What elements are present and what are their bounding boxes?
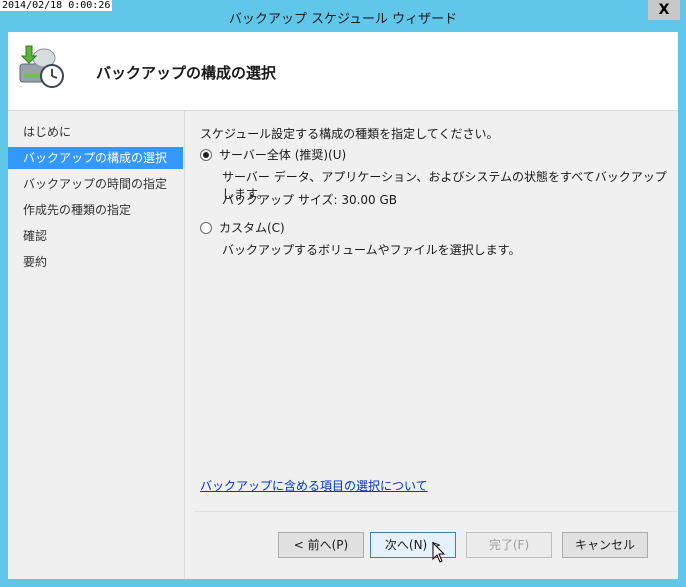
finish-button[interactable]: 完了(F) xyxy=(466,532,552,558)
instruction-text: スケジュール設定する構成の種類を指定してください。 xyxy=(200,127,499,141)
title-bar: 2014/02/18 0:00:26 バックアップ スケジュール ウィザード X xyxy=(0,0,686,32)
custom-label[interactable]: カスタム(C) xyxy=(219,219,285,236)
sidebar-item-backup-time[interactable]: バックアップの時間の指定 xyxy=(8,173,183,195)
custom-description: バックアップするボリュームやファイルを選択します。 xyxy=(222,243,521,257)
wizard-content: スケジュール設定する構成の種類を指定してください。 サーバー全体 (推奨)(U)… xyxy=(194,111,678,579)
full-server-label[interactable]: サーバー全体 (推奨)(U) xyxy=(219,146,346,163)
button-separator xyxy=(194,511,678,512)
backup-size-text: バックアップ サイズ: 30.00 GB xyxy=(222,193,398,207)
help-link[interactable]: バックアップに含める項目の選択について xyxy=(200,477,428,494)
window-title: バックアップ スケジュール ウィザード xyxy=(228,12,458,27)
sidebar-item-backup-config[interactable]: バックアップの構成の選択 xyxy=(8,147,183,169)
wizard-steps-sidebar: はじめに バックアップの構成の選択 バックアップの時間の指定 作成先の種類の指定… xyxy=(8,111,185,579)
close-button[interactable]: X xyxy=(648,0,680,20)
full-server-option[interactable]: サーバー全体 (推奨)(U) xyxy=(200,146,346,163)
sidebar-item-summary[interactable]: 要約 xyxy=(8,251,183,273)
sidebar-item-destination-type[interactable]: 作成先の種類の指定 xyxy=(8,199,183,221)
wizard-client: バックアップの構成の選択 はじめに バックアップの構成の選択 バックアップの時間… xyxy=(8,32,678,579)
custom-option[interactable]: カスタム(C) xyxy=(200,219,285,236)
sidebar-item-confirm[interactable]: 確認 xyxy=(8,225,183,247)
custom-radio[interactable] xyxy=(200,221,212,234)
cancel-button[interactable]: キャンセル xyxy=(562,532,648,558)
full-server-radio[interactable] xyxy=(200,148,212,161)
backup-schedule-icon xyxy=(19,45,64,88)
mouse-cursor-icon xyxy=(432,542,446,563)
sidebar-item-intro[interactable]: はじめに xyxy=(8,121,183,143)
back-button[interactable]: < 前へ(P) xyxy=(278,532,364,558)
wizard-header: バックアップの構成の選択 xyxy=(8,32,678,111)
page-title: バックアップの構成の選択 xyxy=(96,64,277,82)
wizard-window: 2014/02/18 0:00:26 バックアップ スケジュール ウィザード X… xyxy=(0,0,686,587)
